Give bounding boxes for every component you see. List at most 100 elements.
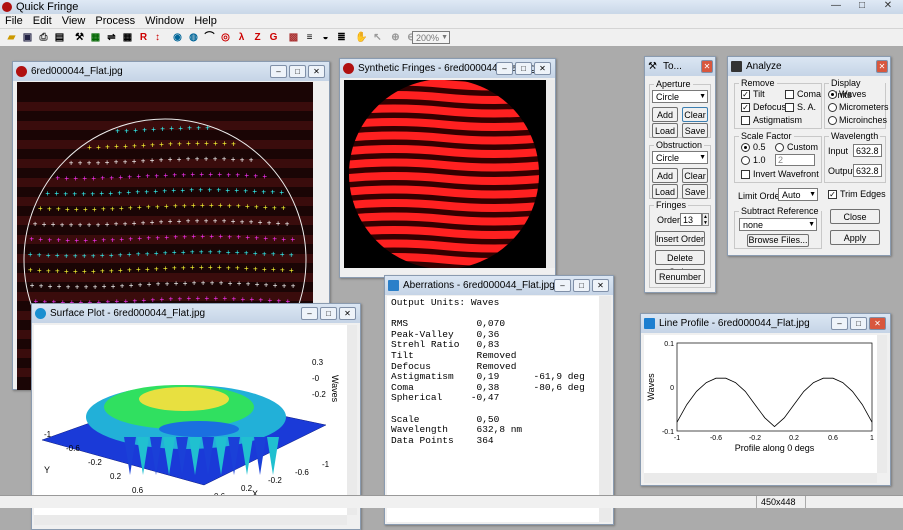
trim-edges-checkbox[interactable]: ✓ (828, 190, 837, 199)
zernike-icon[interactable]: ≡ (302, 30, 317, 45)
arrows-icon[interactable]: ⇌ (104, 30, 119, 45)
microinches-radio[interactable] (828, 116, 837, 125)
close-button[interactable]: ✕ (534, 62, 551, 75)
minimize-button[interactable]: — (825, 0, 847, 12)
menu-window[interactable]: Window (140, 14, 189, 29)
horizontal-scrollbar[interactable] (34, 515, 347, 525)
sf-10-radio[interactable] (741, 156, 750, 165)
sf-05-radio[interactable] (741, 143, 750, 152)
fringe-icon[interactable]: ◒ (318, 30, 333, 45)
aperture-select[interactable]: Circle (652, 90, 708, 103)
fringe-point-marker: + (96, 143, 101, 152)
zoom-select[interactable]: 200% (412, 31, 450, 44)
g-icon[interactable]: G (266, 30, 281, 45)
print-icon[interactable]: ⎙ (36, 30, 51, 45)
interferogram-icon[interactable]: ◎ (218, 30, 233, 45)
close-button[interactable]: ✕ (592, 279, 609, 292)
tools-icon[interactable]: ⚒ (72, 30, 87, 45)
coma-checkbox[interactable] (785, 90, 794, 99)
pointer-icon[interactable]: ↖ (370, 30, 385, 45)
profile-icon[interactable]: ⌒ (202, 30, 217, 45)
report-icon[interactable]: ▩ (286, 30, 301, 45)
horizontal-scrollbar[interactable] (644, 473, 877, 483)
order-input[interactable]: 13 (680, 213, 702, 226)
aperture-load-button[interactable]: Load (652, 123, 678, 138)
menu-help[interactable]: Help (189, 14, 222, 29)
obstruction-select[interactable]: Circle (652, 151, 708, 164)
menu-file[interactable]: File (0, 14, 28, 29)
sphere-icon[interactable]: ◉ (170, 30, 185, 45)
delete-order-button[interactable]: Delete Order (655, 250, 705, 277)
close-button[interactable]: ✕ (339, 307, 356, 320)
maximize-button[interactable]: □ (289, 65, 306, 78)
z-icon[interactable]: Z (250, 30, 265, 45)
browse-files-button[interactable]: Browse Files... (747, 234, 809, 247)
apply-button[interactable]: Apply (830, 230, 880, 245)
limit-order-select[interactable]: Auto (778, 188, 818, 201)
defocus-checkbox[interactable]: ✓ (741, 103, 750, 112)
obstruction-add-button[interactable]: Add (652, 168, 678, 183)
analyze-close-button[interactable]: Close (830, 209, 880, 224)
aperture-add-button[interactable]: Add (652, 107, 678, 122)
close-button[interactable]: ✕ (869, 317, 886, 330)
tilt-checkbox[interactable]: ✓ (741, 90, 750, 99)
maximize-button[interactable]: □ (515, 62, 532, 75)
obstruction-save-button[interactable]: Save (682, 184, 708, 199)
custom-scale-input[interactable]: 2 (775, 154, 815, 166)
open-icon[interactable]: ▰ (4, 30, 19, 45)
aperture-save-button[interactable]: Save (682, 123, 708, 138)
menu-process[interactable]: Process (90, 14, 140, 29)
fringe-point-marker: + (186, 217, 191, 226)
invert-wavefront-checkbox[interactable] (741, 170, 750, 179)
hand-icon[interactable]: ✋ (354, 30, 369, 45)
close-button[interactable]: ✕ (876, 60, 888, 73)
subtract-reference-select[interactable]: none (739, 218, 817, 231)
minimize-button[interactable]: – (554, 279, 571, 292)
vertical-scrollbar[interactable] (347, 325, 357, 515)
renumber-button[interactable]: Renumber (655, 269, 705, 284)
close-button[interactable]: ✕ (701, 60, 713, 73)
focus-icon[interactable]: ↕ (150, 30, 165, 45)
window-title: Line Profile - 6red000044_Flat.jpg (659, 318, 810, 329)
waves-radio[interactable] (828, 90, 837, 99)
custom-radio[interactable] (775, 143, 784, 152)
grid-mode-icon[interactable]: ▦ (88, 30, 103, 45)
stack-icon[interactable]: ≣ (334, 30, 349, 45)
aperture-clear-button[interactable]: Clear (682, 107, 708, 122)
globe-icon[interactable]: ◍ (186, 30, 201, 45)
aberrations-window-titlebar: Aberrations - 6red000044_Flat.jpg – □ ✕ (385, 276, 613, 295)
minimize-button[interactable]: – (270, 65, 287, 78)
vertical-scrollbar[interactable] (546, 80, 555, 268)
obstruction-clear-button[interactable]: Clear (682, 168, 708, 183)
maximize-button[interactable]: □ (320, 307, 337, 320)
grid-icon[interactable]: ▦ (120, 30, 135, 45)
sa-checkbox[interactable] (785, 103, 794, 112)
menu-edit[interactable]: Edit (28, 14, 57, 29)
vertical-scrollbar[interactable] (599, 296, 611, 522)
output-wavelength-field[interactable]: 632.8 (853, 164, 882, 177)
order-spinner[interactable]: ▲ ▼ (702, 213, 709, 226)
close-button[interactable]: ✕ (877, 0, 899, 12)
input-wavelength-field[interactable]: 632.8 (853, 144, 882, 157)
menu-view[interactable]: View (57, 14, 91, 29)
fringe-point-marker: + (69, 220, 74, 229)
maximize-button[interactable]: □ (850, 317, 867, 330)
zoom-in-icon[interactable]: ⊕ (388, 30, 403, 45)
minimize-button[interactable]: – (496, 62, 513, 75)
astigmatism-checkbox[interactable] (741, 116, 750, 125)
save-icon[interactable]: ▣ (20, 30, 35, 45)
maximize-button[interactable]: □ (851, 0, 873, 12)
minimize-button[interactable]: – (301, 307, 318, 320)
maximize-button[interactable]: □ (573, 279, 590, 292)
fringe-point-marker: + (207, 186, 212, 195)
r-icon[interactable]: R (136, 30, 151, 45)
close-button[interactable]: ✕ (308, 65, 325, 78)
fringe-point-marker: + (101, 205, 106, 214)
micrometers-radio[interactable] (828, 103, 837, 112)
lambda-icon[interactable]: λ (234, 30, 249, 45)
minimize-button[interactable]: – (831, 317, 848, 330)
vertical-scrollbar[interactable] (877, 335, 887, 473)
page-icon[interactable]: ▤ (52, 30, 67, 45)
insert-order-button[interactable]: Insert Order (655, 231, 705, 246)
obstruction-load-button[interactable]: Load (652, 184, 678, 199)
